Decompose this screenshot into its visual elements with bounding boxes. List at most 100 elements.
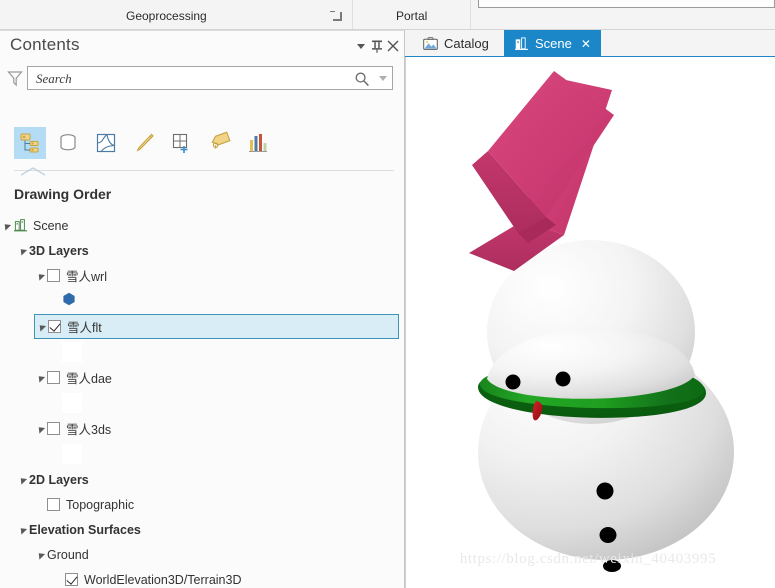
tab-close-icon[interactable]: ✕ [581, 38, 591, 50]
layer-visibility-checkbox[interactable] [47, 269, 60, 282]
expander-triangle-icon[interactable] [34, 365, 47, 390]
ribbon-group-label-geoprocessing[interactable]: Geoprocessing [126, 9, 207, 23]
layer-visibility-checkbox[interactable] [47, 422, 60, 435]
tree-item-topographic[interactable]: Topographic [34, 492, 404, 517]
tree-symbol-swatch-flt[interactable] [0, 339, 404, 365]
watermark-text: https://blog.csdn.net/weixin_40403995 [459, 551, 717, 567]
tree-item-label: Ground [47, 547, 89, 562]
blue-polygon-swatch [62, 292, 76, 311]
page-title: Contents [10, 35, 80, 54]
pencil-icon [136, 133, 154, 152]
expander-triangle-icon[interactable] [16, 467, 29, 492]
blank-swatch [62, 393, 82, 413]
expander-triangle-icon[interactable] [16, 517, 29, 542]
blank-swatch [62, 342, 82, 362]
layer-visibility-checkbox[interactable] [48, 320, 61, 333]
tree-symbol-swatch-dae[interactable] [0, 390, 404, 416]
scene-3d-icon [13, 218, 28, 233]
tree-item-label: 3D Layers [29, 243, 89, 258]
application-window: Geoprocessing Portal Contents Search Dra… [0, 0, 775, 588]
drawing-order-icon [20, 133, 39, 153]
tab-scene[interactable]: Scene ✕ [504, 30, 601, 57]
tree-item-snowman-flt[interactable]: 雪人flt [34, 314, 399, 339]
contents-panel: Contents Search Drawing Order Scene 3D L… [0, 30, 405, 588]
ribbon-divider [470, 0, 471, 29]
snowman-eye-left [505, 374, 521, 390]
ribbon-partial-panel [478, 0, 775, 8]
expander-placeholder [34, 492, 47, 517]
tree-item-ground[interactable]: Ground [34, 542, 404, 567]
toolbar-divider [14, 170, 394, 171]
expander-placeholder [52, 567, 65, 588]
pin-icon [372, 40, 382, 53]
tree-item-label: Scene [33, 218, 69, 233]
tree-symbol-swatch-3ds[interactable] [0, 441, 404, 467]
search-dropdown-icon[interactable] [379, 76, 387, 81]
search-input[interactable] [34, 70, 344, 88]
view-area: Catalog Scene ✕ https://blog.csdn.net/we… [405, 30, 775, 588]
tree-item-label: 雪人flt [67, 321, 102, 335]
catalog-icon [423, 36, 438, 51]
collapse-chevron-icon[interactable] [20, 163, 46, 176]
expander-triangle-icon[interactable] [16, 238, 29, 263]
3d-snowman-model [469, 71, 734, 572]
snowman-button-2 [599, 527, 617, 543]
expander-triangle-icon[interactable] [34, 416, 47, 441]
expander-triangle-icon[interactable] [34, 263, 47, 288]
list-by-snapping-button[interactable] [166, 127, 198, 159]
tree-item-elevation-surfaces[interactable]: Elevation Surfaces [16, 517, 404, 542]
ribbon-strip: Geoprocessing Portal [0, 0, 775, 30]
list-by-labeling-button[interactable] [204, 127, 236, 159]
database-cylinder-icon [60, 134, 76, 151]
tree-item-3d-layers[interactable]: 3D Layers [16, 238, 404, 263]
tree-item-label: 雪人wrl [66, 270, 107, 284]
tree-item-label: 雪人3ds [66, 423, 112, 437]
ribbon-group-label-portal[interactable]: Portal [396, 9, 427, 23]
search-icon[interactable] [354, 71, 370, 87]
snowman-eye-right [555, 371, 571, 387]
panel-close-button[interactable] [384, 37, 402, 55]
search-box[interactable] [27, 66, 393, 90]
layer-visibility-checkbox[interactable] [47, 498, 60, 511]
tree-item-scene[interactable]: Scene [0, 213, 404, 238]
list-by-charts-button[interactable] [242, 127, 274, 159]
filter-funnel-icon[interactable] [6, 69, 24, 87]
contents-toolbar [14, 127, 394, 161]
list-by-selection-button[interactable] [90, 127, 122, 159]
ribbon-divider [352, 0, 353, 29]
layer-visibility-checkbox[interactable] [47, 371, 60, 384]
list-by-drawing-order-button[interactable] [14, 127, 46, 159]
list-by-editing-button[interactable] [128, 127, 160, 159]
tree-item-snowman-wrl[interactable]: 雪人wrl [34, 263, 404, 288]
dialog-launcher-icon[interactable] [330, 11, 342, 21]
list-by-data-source-button[interactable] [52, 127, 84, 159]
blank-swatch [62, 444, 82, 464]
layer-visibility-checkbox[interactable] [65, 573, 78, 586]
tree-item-label: 2D Layers [29, 472, 89, 487]
view-tabbar: Catalog Scene ✕ [405, 30, 775, 57]
tree-item-2d-layers[interactable]: 2D Layers [16, 467, 404, 492]
tree-item-snowman-dae[interactable]: 雪人dae [34, 365, 404, 390]
expander-triangle-icon[interactable] [0, 213, 13, 238]
tab-catalog[interactable]: Catalog [413, 30, 499, 57]
bar-chart-icon [249, 134, 267, 152]
tree-item-label: WorldElevation3D/Terrain3D [84, 572, 242, 587]
selection-polygon-icon [96, 133, 116, 153]
tree-symbol-swatch-wrl[interactable] [0, 288, 404, 314]
tab-catalog-label: Catalog [444, 36, 489, 51]
snowman-button-1 [596, 482, 614, 500]
scene-viewport[interactable]: https://blog.csdn.net/weixin_40403995 [405, 57, 775, 588]
tree-item-worldelevation3d-terrain3d[interactable]: WorldElevation3D/Terrain3D [52, 567, 404, 588]
drawing-order-heading: Drawing Order [14, 186, 112, 202]
label-tag-icon [211, 131, 231, 149]
tree-item-label: Topographic [66, 497, 135, 512]
contents-layer-tree: Scene 3D Layers 雪人wrl 雪人flt 雪人dae 雪人3ds 2D Lay… [0, 213, 404, 588]
close-icon [387, 40, 399, 52]
tree-item-snowman-3ds[interactable]: 雪人3ds [34, 416, 404, 441]
grid-plus-icon [172, 133, 188, 153]
tree-item-label: Elevation Surfaces [29, 522, 141, 537]
expander-triangle-icon[interactable] [35, 314, 48, 339]
scene-3d-icon [514, 36, 529, 51]
tab-scene-label: Scene [535, 36, 572, 51]
expander-triangle-icon[interactable] [34, 542, 47, 567]
